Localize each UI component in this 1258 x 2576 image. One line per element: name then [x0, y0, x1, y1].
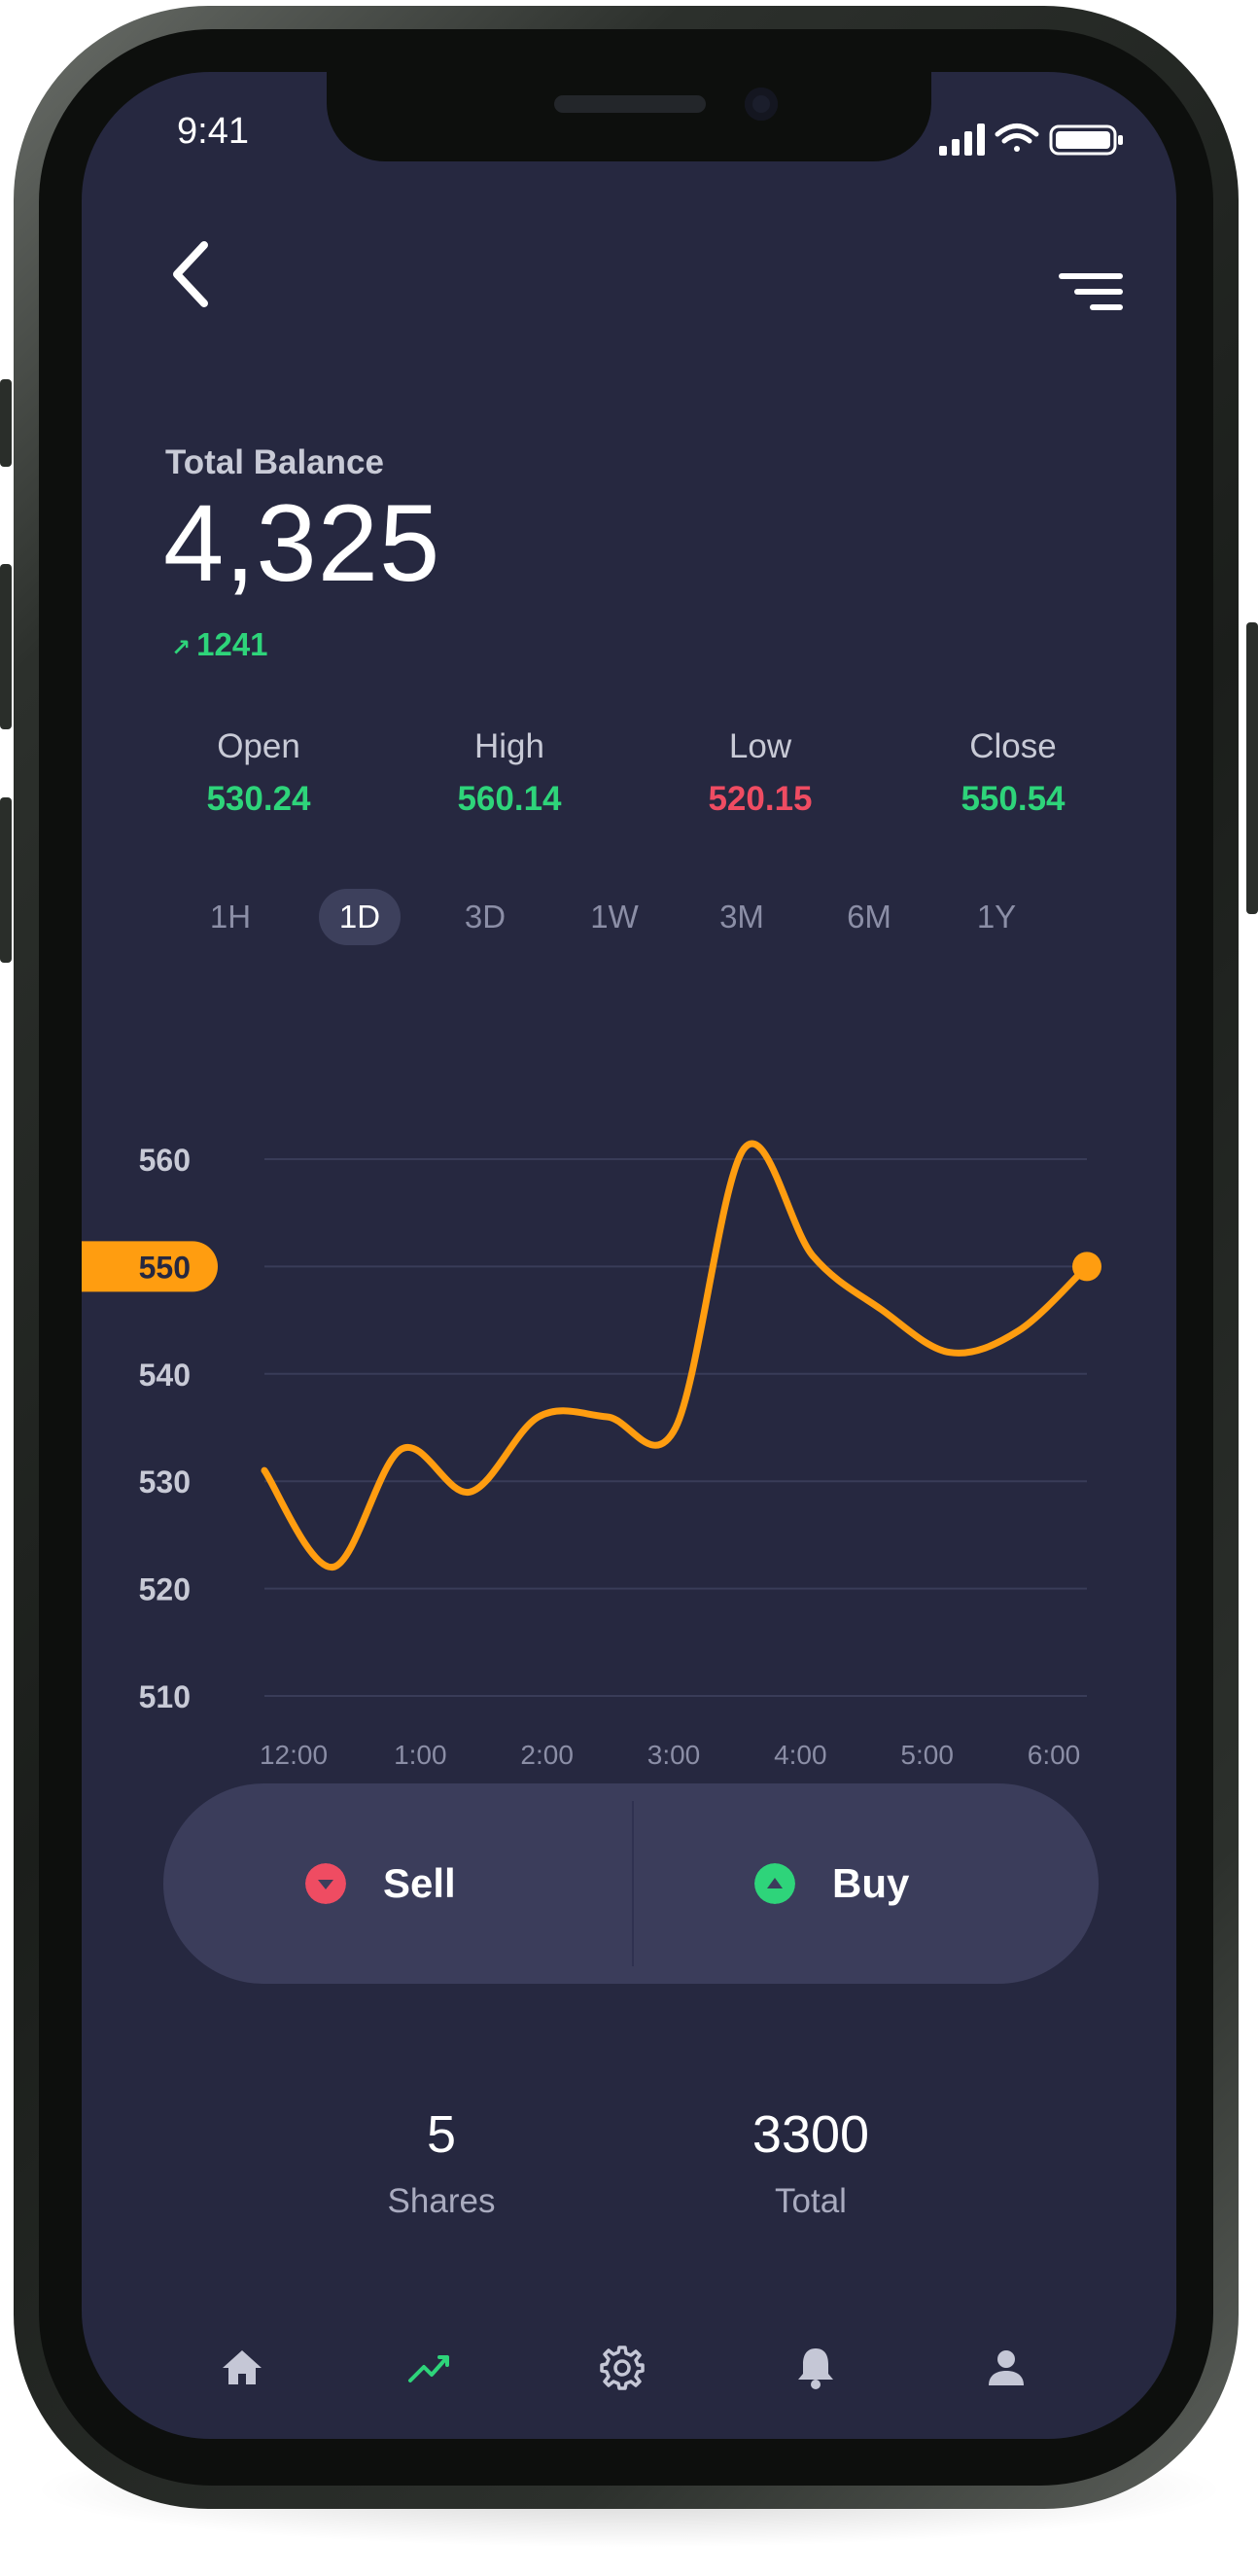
- settings-icon[interactable]: [588, 2334, 656, 2402]
- wifi-icon: [995, 124, 1039, 152]
- y-tick-label: 510: [139, 1679, 191, 1714]
- status-icons: [939, 124, 1123, 156]
- stat-low: Low 520.15: [663, 727, 857, 819]
- current-price-dot: [1072, 1252, 1101, 1282]
- status-time: 9:41: [177, 111, 249, 152]
- range-tab-1d[interactable]: 1D: [319, 889, 401, 945]
- x-tick-label: 12:00: [260, 1740, 328, 1770]
- sell-down-icon: [305, 1863, 346, 1904]
- sell-button[interactable]: Sell: [305, 1783, 456, 1984]
- stat-close-value: 550.54: [961, 780, 1066, 818]
- shares-value: 5: [426, 2105, 457, 2164]
- x-tick-label: 2:00: [520, 1740, 574, 1770]
- stat-high-label: High: [474, 727, 544, 765]
- stat-high-value: 560.14: [457, 780, 562, 818]
- balance-label: Total Balance: [165, 443, 384, 481]
- y-tick-label: 540: [139, 1358, 191, 1393]
- battery-icon: [1049, 124, 1123, 156]
- notch: [327, 72, 931, 161]
- balance-change-value: 1241: [196, 626, 268, 662]
- user-icon[interactable]: [972, 2334, 1040, 2402]
- stat-low-label: Low: [728, 727, 792, 765]
- trade-divider: [632, 1801, 634, 1966]
- buy-up-icon: [754, 1863, 795, 1904]
- back-icon[interactable]: [159, 235, 227, 313]
- mute-switch: [0, 379, 12, 467]
- total-value: 3300: [751, 2105, 870, 2164]
- total-label: Total: [775, 2182, 847, 2220]
- x-tick-label: 4:00: [774, 1740, 827, 1770]
- y-tick-label: 530: [139, 1464, 191, 1500]
- stat-low-value: 520.15: [708, 780, 813, 818]
- buy-button[interactable]: Buy: [754, 1783, 909, 1984]
- volume-up-button: [0, 564, 12, 729]
- power-button: [1246, 622, 1258, 914]
- trend-up-arrow-icon: ↗: [171, 635, 192, 661]
- sell-label: Sell: [383, 1860, 456, 1906]
- stat-close: Close 550.54: [916, 727, 1110, 819]
- x-tick-label: 3:00: [647, 1740, 701, 1770]
- range-tab-1h[interactable]: 1H: [190, 889, 271, 945]
- trade-panel: [163, 1783, 1099, 1984]
- range-tab-6m[interactable]: 6M: [828, 889, 910, 945]
- stat-high: High 560.14: [412, 727, 607, 819]
- range-tab-1w[interactable]: 1W: [574, 889, 655, 945]
- total-summary: 3300 Total: [694, 2104, 927, 2221]
- shares-label: Shares: [387, 2182, 496, 2220]
- range-tab-1y[interactable]: 1Y: [956, 889, 1037, 945]
- bell-icon[interactable]: [782, 2334, 850, 2402]
- price-line: [261, 1140, 1091, 1570]
- range-tab-3m[interactable]: 3M: [701, 889, 783, 945]
- app-screen: 9:41 Total Balance 4,325 ↗ 1241 Open 530…: [82, 72, 1176, 2439]
- range-tab-3d[interactable]: 3D: [444, 889, 526, 945]
- speaker-grille: [554, 95, 706, 113]
- buy-label: Buy: [832, 1860, 910, 1906]
- stat-open-value: 530.24: [206, 780, 311, 818]
- y-tick-label: 560: [139, 1143, 191, 1178]
- front-camera: [745, 88, 778, 121]
- chart-icon[interactable]: [397, 2334, 465, 2402]
- filter-menu-icon[interactable]: [1054, 266, 1132, 325]
- balance-value: 4,325: [163, 482, 441, 604]
- stat-open-label: Open: [217, 727, 300, 765]
- y-tick-label: 520: [139, 1572, 191, 1607]
- signal-icon: [939, 124, 985, 156]
- y-tick-label: 550: [139, 1250, 191, 1285]
- shares-summary: 5 Shares: [325, 2104, 558, 2221]
- x-tick-label: 1:00: [394, 1740, 447, 1770]
- x-tick-label: 6:00: [1028, 1740, 1081, 1770]
- balance-change: ↗ 1241: [171, 626, 268, 663]
- x-tick-label: 5:00: [900, 1740, 954, 1770]
- price-chart: 510 520 530 540 550 560 12:00 1:00 2:00 3:00 4:00 5…: [82, 1140, 1101, 1770]
- volume-down-button: [0, 797, 12, 963]
- home-icon[interactable]: [208, 2334, 276, 2402]
- stat-open: Open 530.24: [161, 727, 356, 819]
- stat-close-label: Close: [969, 727, 1057, 765]
